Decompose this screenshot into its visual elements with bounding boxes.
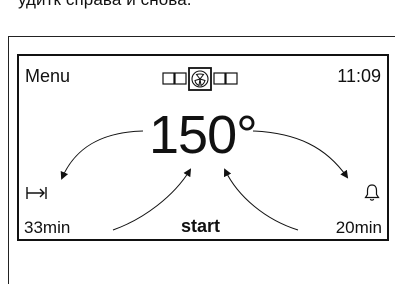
arrow-from-alarm-time <box>224 168 299 231</box>
alarm-time-value[interactable]: 20min <box>336 218 382 238</box>
clock: 11:09 <box>337 66 381 86</box>
arrow-to-end-time <box>60 130 144 180</box>
heating-mode-strip[interactable] <box>162 67 258 91</box>
end-time-icon[interactable] <box>25 184 49 202</box>
page-frame-left <box>8 36 9 284</box>
mode-square-4-icon <box>225 72 238 85</box>
cook-time-value[interactable]: 33min <box>24 218 70 238</box>
menu-label[interactable]: Menu <box>25 66 70 87</box>
fan-blades-icon <box>194 73 206 87</box>
oven-display: Menu 11:09 150° 33min start 20min <box>17 54 389 241</box>
bell-icon[interactable] <box>364 183 380 203</box>
temperature-value[interactable]: 150° <box>149 104 258 166</box>
page-frame-top <box>8 36 395 37</box>
arrow-to-alarm <box>252 130 349 179</box>
mode-square-1-icon <box>162 72 175 85</box>
mode-square-3-icon <box>213 72 226 85</box>
start-button-label[interactable]: start <box>181 216 220 237</box>
page-caption: удитк справа и снова. <box>18 0 192 10</box>
manual-page: удитк справа и снова. Menu 11:09 150° <box>0 0 395 284</box>
mode-square-2-icon <box>174 72 187 85</box>
arrow-from-cook-time <box>112 168 192 231</box>
